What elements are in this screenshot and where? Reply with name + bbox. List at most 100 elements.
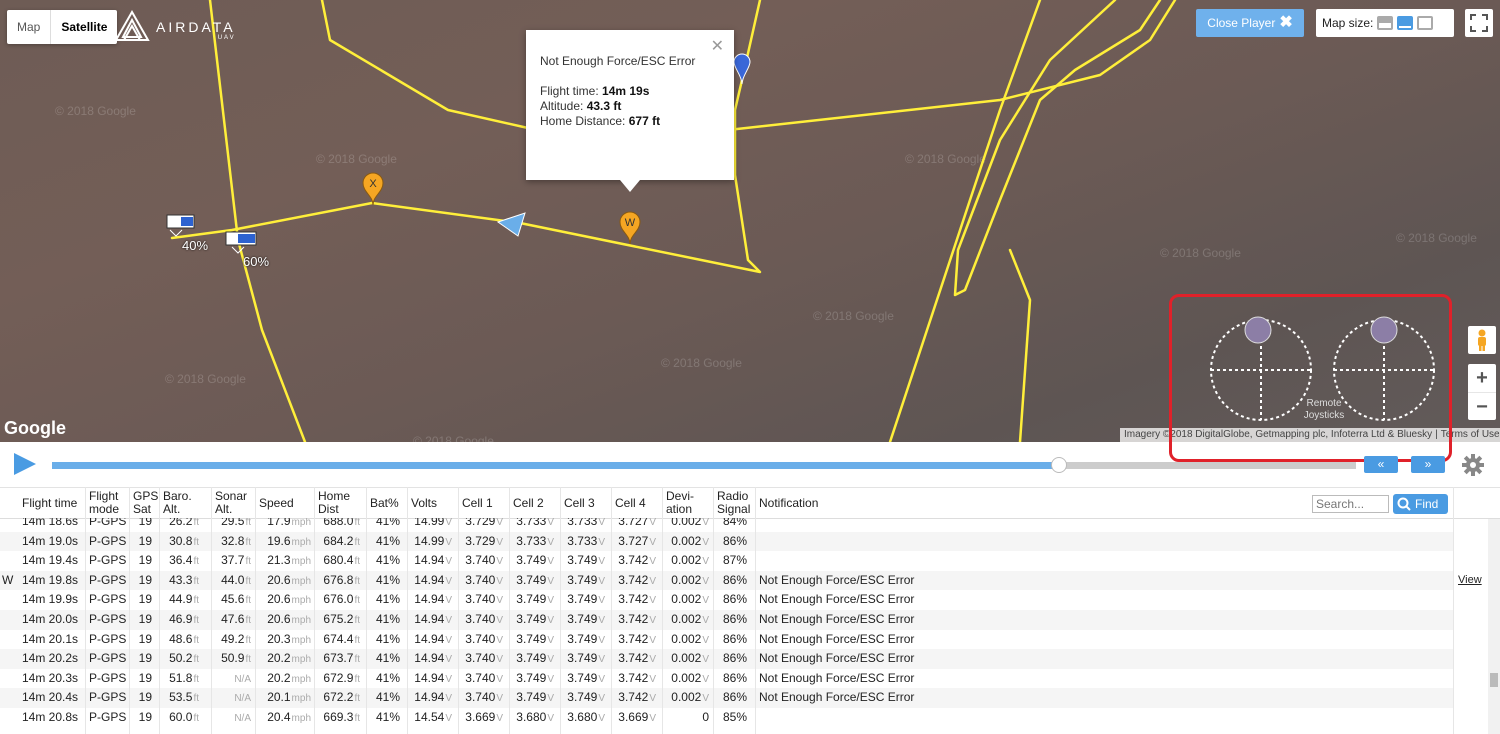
- cell-mode: P-GPS: [89, 592, 127, 607]
- close-player-button[interactable]: Close Player ✖: [1196, 9, 1304, 37]
- column-header-label: Sat: [133, 502, 152, 516]
- table-row[interactable]: 14m 19.9s P-GPS 19 44.9ft 45.6ft 20.6mph 676.0…: [0, 590, 1453, 610]
- cell-note: Not Enough Force/ESC Error: [759, 592, 915, 607]
- cell-c1: 3.729V: [465, 533, 503, 548]
- table-row[interactable]: W 14m 19.8s P-GPS 19 43.3ft 44.0ft 20.6mph 676.…: [0, 570, 1482, 591]
- search-input[interactable]: [1312, 495, 1389, 513]
- fast-forward-button[interactable]: »: [1411, 456, 1445, 473]
- svg-text:W: W: [625, 217, 636, 229]
- cell-dev: 0.002V: [671, 533, 709, 548]
- pegman-icon: [1478, 329, 1486, 351]
- cell-sonar: N/A: [234, 713, 251, 724]
- waypoint-w-marker[interactable]: W: [618, 211, 642, 245]
- cell-home: 688.0ft: [323, 518, 360, 528]
- table-row[interactable]: 14m 20.3s P-GPS 19 51.8ft N/A 20.2mph 672.9ft 4…: [0, 669, 1453, 689]
- cell-c3: 3.749V: [567, 572, 605, 587]
- table-row[interactable]: 14m 18.6s P-GPS 19 26.2ft 29.5ft 17.9mph 688.0…: [0, 518, 1453, 532]
- cell-gps: 19: [138, 572, 152, 587]
- map-size-small-icon[interactable]: [1377, 16, 1394, 30]
- cell-dev: 0.002V: [671, 572, 709, 587]
- battery-label: 40%: [182, 238, 209, 253]
- view-link[interactable]: View: [1458, 571, 1482, 591]
- rewind-button[interactable]: «: [1364, 456, 1398, 473]
- map-type-map-button[interactable]: Map: [7, 10, 50, 44]
- cell-time: 14m 20.1s: [22, 631, 79, 646]
- settings-gear-icon[interactable]: [1461, 453, 1485, 477]
- cell-note: Not Enough Force/ESC Error: [759, 572, 915, 587]
- map-size-large-icon[interactable]: [1417, 16, 1434, 30]
- waypoint-x-marker[interactable]: X: [361, 172, 385, 206]
- table-row[interactable]: 14m 20.8s P-GPS 19 60.0ft N/A 20.4mph 669.3ft 4…: [0, 708, 1453, 728]
- column-header-home[interactable]: Home Dist: [318, 490, 350, 516]
- cell-volts: 14.94V: [414, 572, 452, 587]
- map-type-satellite-button[interactable]: Satellite: [50, 10, 117, 44]
- table-row[interactable]: 14m 19.0s P-GPS 19 30.8ft 32.8ft 19.6mph 684.2…: [0, 531, 1453, 552]
- timeline-track[interactable]: [52, 462, 1356, 469]
- column-header-note[interactable]: Notification: [759, 497, 818, 510]
- cell-c3: 3.749V: [567, 670, 605, 685]
- cell-radio: 86%: [722, 572, 747, 587]
- cell-radio: 86%: [722, 651, 747, 666]
- cell-sonar: 44.0ft: [221, 572, 251, 587]
- column-header-time[interactable]: Flight time: [22, 497, 77, 510]
- table-row[interactable]: 14m 20.1s P-GPS 19 48.6ft 49.2ft 20.3mph 674.4…: [0, 630, 1453, 650]
- play-button[interactable]: [14, 453, 36, 475]
- street-view-button[interactable]: [1468, 326, 1496, 354]
- event-popup: ✕ Not Enough Force/ESC Error Flight time…: [526, 30, 734, 192]
- scrollbar-thumb[interactable]: [1490, 673, 1498, 687]
- column-header-c3[interactable]: Cell 3: [564, 497, 595, 510]
- cell-c1: 3.740V: [465, 690, 503, 705]
- cell-time: 14m 19.0s: [22, 533, 79, 548]
- column-header-radio[interactable]: Radio Signal: [717, 490, 750, 516]
- column-header-volts[interactable]: Volts: [411, 497, 437, 510]
- map-size-label: Map size:: [1322, 16, 1374, 30]
- map-size-medium-icon[interactable]: [1397, 16, 1414, 30]
- cell-bat: 41%: [375, 553, 400, 568]
- column-header-c4[interactable]: Cell 4: [615, 497, 646, 510]
- row-waypoint-marker: W: [2, 572, 14, 587]
- column-header-dev[interactable]: Devi-ation: [666, 490, 694, 516]
- map-size-control: Map size:: [1316, 9, 1454, 37]
- table-row[interactable]: 14m 20.4s P-GPS 19 53.5ft N/A 20.1mph 672.2ft 4…: [0, 688, 1453, 708]
- column-header-gps[interactable]: GPS Sat: [133, 490, 158, 516]
- column-header-mode[interactable]: Flight mode: [89, 490, 119, 516]
- column-header-label: Flight time: [22, 496, 78, 510]
- popup-close-icon[interactable]: ✕: [711, 36, 724, 56]
- cell-bat: 41%: [375, 710, 400, 724]
- column-header-sonar[interactable]: Sonar Alt.: [215, 490, 247, 516]
- cell-bat: 41%: [375, 572, 400, 587]
- cell-gps: 19: [138, 710, 152, 724]
- cell-gps: 19: [138, 612, 152, 626]
- column-header-c2[interactable]: Cell 2: [513, 497, 544, 510]
- cell-home: 669.3ft: [323, 710, 360, 724]
- zoom-in-button[interactable]: +: [1468, 364, 1496, 392]
- column-divider: [211, 487, 212, 734]
- battery-icon: [166, 214, 195, 237]
- table-row[interactable]: 14m 20.0s P-GPS 19 46.9ft 47.6ft 20.6mph 675.2…: [0, 610, 1453, 630]
- timeline-handle[interactable]: [1051, 457, 1067, 473]
- zoom-out-button[interactable]: −: [1468, 392, 1496, 421]
- column-header-speed[interactable]: Speed: [259, 497, 294, 510]
- column-header-bat[interactable]: Bat%: [370, 497, 399, 510]
- find-button[interactable]: Find: [1393, 494, 1448, 514]
- cell-baro: 53.5ft: [169, 690, 199, 705]
- table-scrollbar[interactable]: [1488, 519, 1500, 734]
- table-row[interactable]: 14m 20.2s P-GPS 19 50.2ft 50.9ft 20.2mph 673.7…: [0, 649, 1453, 669]
- column-divider: [611, 487, 612, 734]
- table-row[interactable]: 14m 19.4s P-GPS 19 36.4ft 37.7ft 21.3mph 680.4…: [0, 551, 1453, 571]
- cell-gps: 19: [138, 690, 152, 705]
- column-header-c1[interactable]: Cell 1: [462, 497, 493, 510]
- cell-c2: 3.749V: [516, 631, 554, 646]
- column-header-baro[interactable]: Baro. Alt.: [163, 490, 192, 516]
- cell-bat: 41%: [375, 518, 400, 528]
- column-divider: [1453, 487, 1454, 734]
- cell-c1: 3.740V: [465, 592, 503, 607]
- cell-c2: 3.680V: [516, 710, 554, 724]
- cell-bat: 41%: [375, 651, 400, 666]
- cell-c3: 3.733V: [567, 518, 605, 528]
- cell-note: Not Enough Force/ESC Error: [759, 670, 915, 685]
- cell-dev: 0.002V: [671, 612, 709, 626]
- cell-sonar: N/A: [234, 673, 251, 685]
- fullscreen-button[interactable]: [1465, 9, 1493, 37]
- cell-time: 14m 20.3s: [22, 670, 79, 685]
